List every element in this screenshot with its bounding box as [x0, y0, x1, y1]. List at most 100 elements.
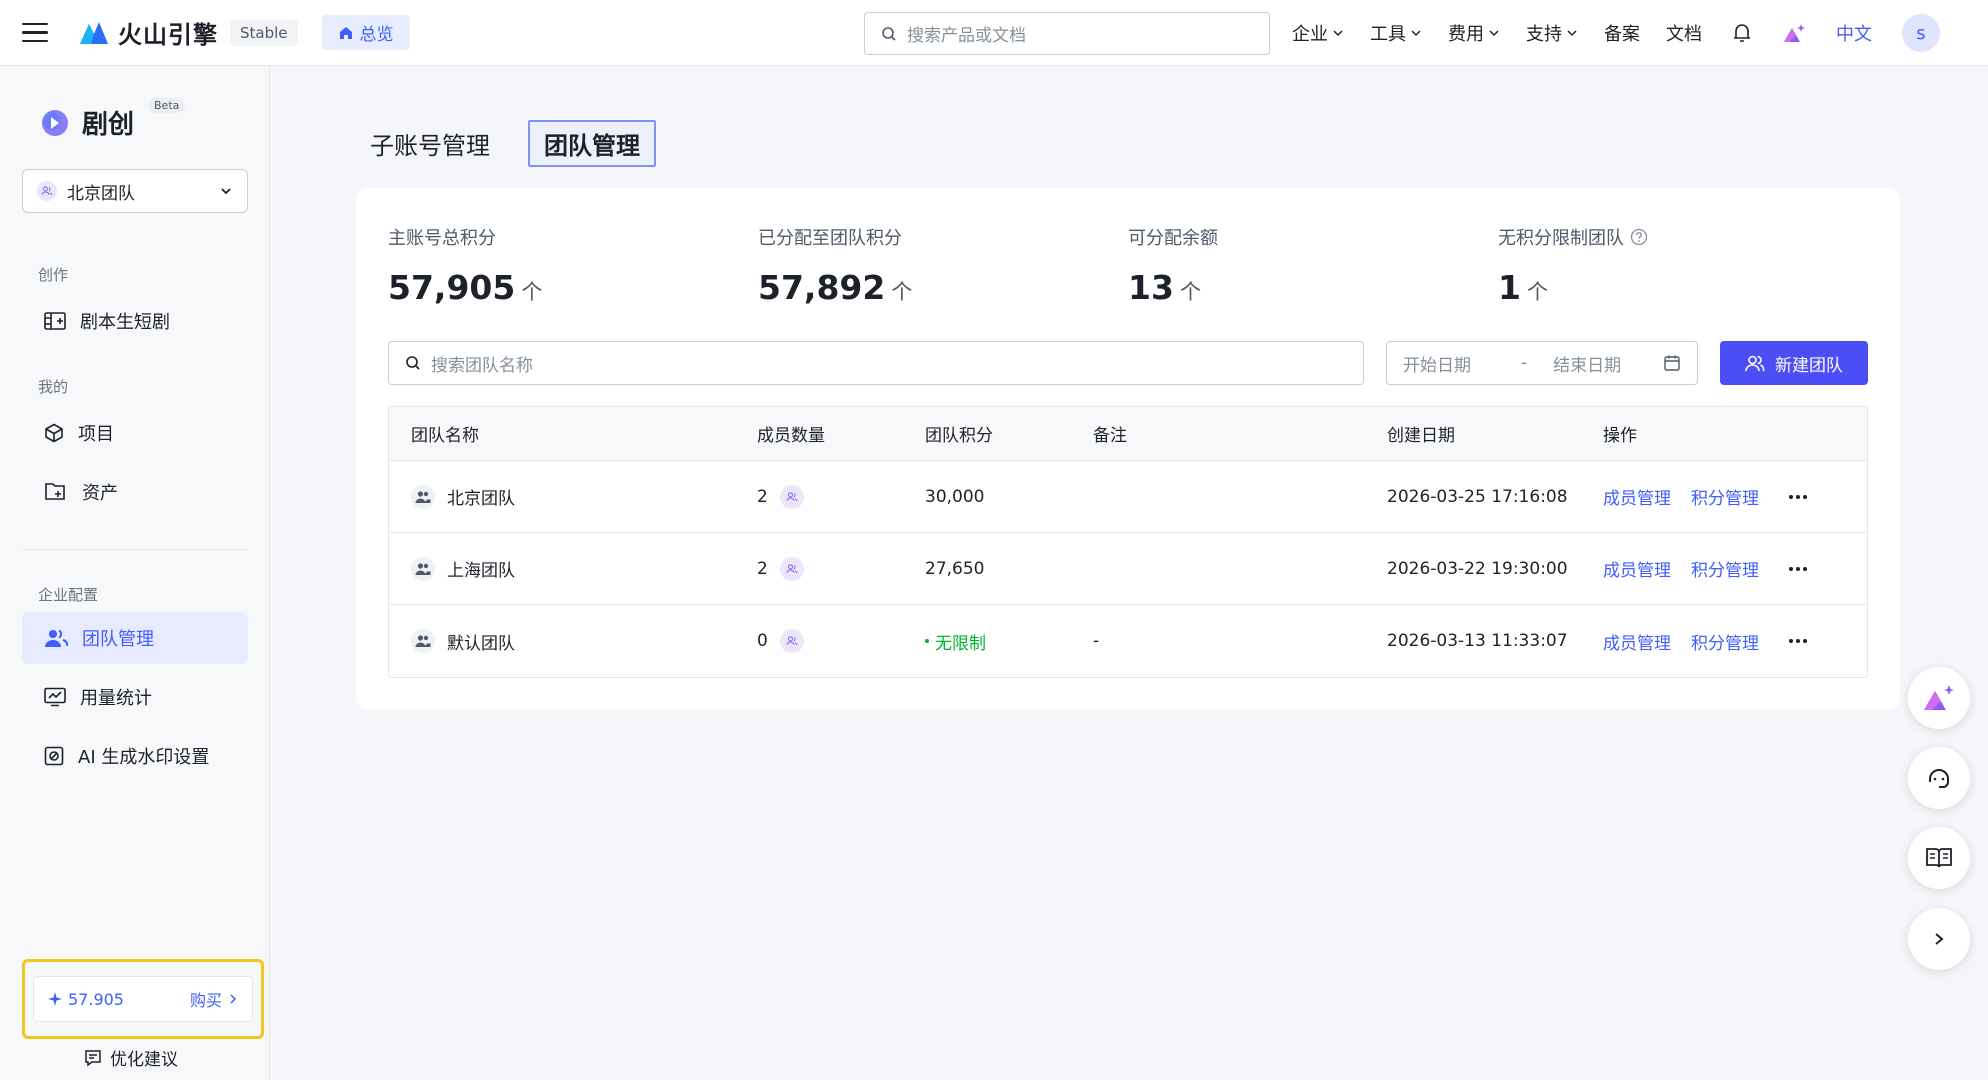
- more-actions-icon[interactable]: [1789, 566, 1807, 571]
- col-created: 创建日期: [1387, 426, 1455, 446]
- credit-management-link[interactable]: 积分管理: [1691, 484, 1759, 509]
- overview-button[interactable]: 总览: [321, 15, 410, 50]
- date-separator: -: [1521, 353, 1528, 373]
- member-management-link[interactable]: 成员管理: [1603, 629, 1671, 654]
- team-name: 上海团队: [447, 561, 515, 581]
- team-search-input[interactable]: 搜索团队名称: [388, 341, 1364, 385]
- team-credits: 27,650: [925, 558, 985, 579]
- beta-badge: Beta: [148, 98, 186, 113]
- ai-assistant-float-button[interactable]: [1908, 667, 1970, 729]
- sidebar-item-label: 剧本生短剧: [80, 312, 170, 333]
- customer-service-float-button[interactable]: [1908, 747, 1970, 809]
- film-icon: [44, 312, 66, 330]
- sidebar-item-label: AI 生成水印设置: [78, 747, 210, 768]
- stat-unit: 个: [1179, 280, 1201, 304]
- nav-filing[interactable]: 备案: [1604, 20, 1640, 46]
- watermark-icon: [44, 746, 64, 766]
- stat-total-credits: 主账号总积分 57,905 个: [388, 224, 542, 307]
- buy-button[interactable]: 购买: [190, 987, 238, 1011]
- col-team-name: 团队名称: [411, 426, 479, 446]
- sidebar-item-project[interactable]: 项目: [22, 407, 248, 459]
- more-actions-icon[interactable]: [1789, 639, 1807, 643]
- more-actions-icon[interactable]: [1789, 494, 1807, 499]
- team-search-placeholder: 搜索团队名称: [431, 355, 533, 376]
- table-row: 上海团队 2 27,650 2026-03-22 19:30:00 成员管理 积分…: [389, 533, 1867, 605]
- stat-unit: 个: [891, 280, 913, 304]
- section-enterprise-label: 企业配置: [38, 586, 99, 604]
- new-team-button[interactable]: 新建团队: [1720, 341, 1868, 385]
- ai-assistant-icon: [1924, 685, 1954, 710]
- credit-management-link[interactable]: 积分管理: [1691, 629, 1759, 654]
- tab-sub-accounts[interactable]: 子账号管理: [356, 122, 504, 165]
- col-actions: 操作: [1603, 426, 1637, 446]
- ai-assistant-icon[interactable]: [1782, 22, 1806, 44]
- nav-label: 工具: [1370, 24, 1406, 45]
- team-selector-value: 北京团队: [67, 183, 135, 204]
- nav-label: 文档: [1666, 24, 1702, 45]
- credit-highlight: 57.905 购买: [22, 959, 264, 1039]
- tab-team-management[interactable]: 团队管理: [528, 120, 656, 167]
- sidebar-item-assets[interactable]: 资产: [22, 466, 248, 518]
- nav-docs[interactable]: 文档: [1666, 20, 1702, 46]
- stable-badge: Stable: [230, 19, 298, 46]
- volcengine-logo[interactable]: 火山引擎: [78, 15, 218, 50]
- members-icon[interactable]: [779, 484, 804, 509]
- sidebar-item-usage[interactable]: 用量统计: [22, 671, 248, 723]
- top-navigation-bar: 火山引擎 Stable 总览 搜索产品或文档 企业 工具 费用 支持 备案 文档…: [0, 0, 1988, 66]
- stat-unit: 个: [521, 280, 543, 304]
- sidebar-item-watermark[interactable]: AI 生成水印设置: [22, 730, 248, 782]
- nav-support[interactable]: 支持: [1526, 20, 1578, 46]
- teams-table: 团队名称 成员数量 团队积分 备注 创建日期 操作 北京团队 2 30,000 …: [388, 406, 1868, 678]
- credit-management-link[interactable]: 积分管理: [1691, 556, 1759, 581]
- start-date-placeholder[interactable]: 开始日期: [1403, 351, 1471, 376]
- table-row: 北京团队 2 30,000 2026-03-25 17:16:08 成员管理 积分…: [389, 461, 1867, 533]
- stat-allocated-credits: 已分配至团队积分 57,892 个: [758, 224, 912, 307]
- folder-plus-icon: [45, 483, 65, 500]
- docs-float-button[interactable]: [1908, 827, 1970, 889]
- date-range-picker[interactable]: 开始日期 - 结束日期: [1386, 341, 1698, 385]
- feedback-label: 优化建议: [110, 1050, 178, 1070]
- avatar[interactable]: s: [1902, 14, 1940, 52]
- volcano-icon: [80, 21, 108, 44]
- team-selector[interactable]: 北京团队: [22, 169, 248, 213]
- stat-label: 主账号总积分: [388, 228, 496, 249]
- members-icon[interactable]: [779, 629, 804, 653]
- table-row: 默认团队 0 无限制 - 2026-03-13 11:33:07 成员管理 积分管…: [389, 605, 1867, 677]
- headset-icon: [1929, 769, 1949, 789]
- nav-label: 费用: [1448, 24, 1484, 45]
- feedback-link[interactable]: 优化建议: [84, 1045, 178, 1070]
- member-management-link[interactable]: 成员管理: [1603, 556, 1671, 581]
- bell-icon[interactable]: [1732, 22, 1752, 44]
- calendar-icon: [1664, 355, 1680, 371]
- top-nav-menu: 企业 工具 费用 支持 备案 文档: [1292, 0, 1702, 66]
- collapse-float-button[interactable]: [1908, 908, 1970, 970]
- chevron-right-icon: [1935, 933, 1944, 945]
- member-management-link[interactable]: 成员管理: [1603, 484, 1671, 509]
- nav-label: 支持: [1526, 24, 1562, 45]
- stat-value: 13: [1128, 268, 1174, 307]
- stat-label: 无积分限制团队: [1498, 228, 1624, 249]
- end-date-placeholder[interactable]: 结束日期: [1553, 351, 1621, 376]
- app-brand: 剧创 Beta: [40, 98, 186, 141]
- nav-billing[interactable]: 费用: [1448, 20, 1500, 46]
- table-header: 团队名称 成员数量 团队积分 备注 创建日期 操作: [389, 407, 1867, 461]
- members-icon[interactable]: [779, 556, 804, 581]
- col-members: 成员数量: [757, 426, 825, 446]
- sidebar-item-script-drama[interactable]: 剧本生短剧: [22, 295, 248, 347]
- sidebar-divider: [22, 549, 248, 550]
- team-avatar-icon: [411, 629, 435, 653]
- stat-value: 1: [1498, 268, 1521, 307]
- nav-label: 企业: [1292, 24, 1328, 45]
- nav-enterprise[interactable]: 企业: [1292, 20, 1344, 46]
- cube-icon: [45, 423, 63, 443]
- nav-tools[interactable]: 工具: [1370, 20, 1422, 46]
- language-switch[interactable]: 中文: [1836, 20, 1872, 46]
- global-search-input[interactable]: 搜索产品或文档: [864, 12, 1270, 55]
- app-name: 剧创: [82, 110, 135, 140]
- team-credits: 无限制: [935, 633, 986, 654]
- sparkle-icon: [48, 992, 62, 1006]
- menu-icon[interactable]: [22, 22, 48, 43]
- section-create-label: 创作: [38, 266, 69, 284]
- help-icon[interactable]: [1630, 228, 1648, 246]
- sidebar-item-team-management[interactable]: 团队管理: [22, 612, 248, 664]
